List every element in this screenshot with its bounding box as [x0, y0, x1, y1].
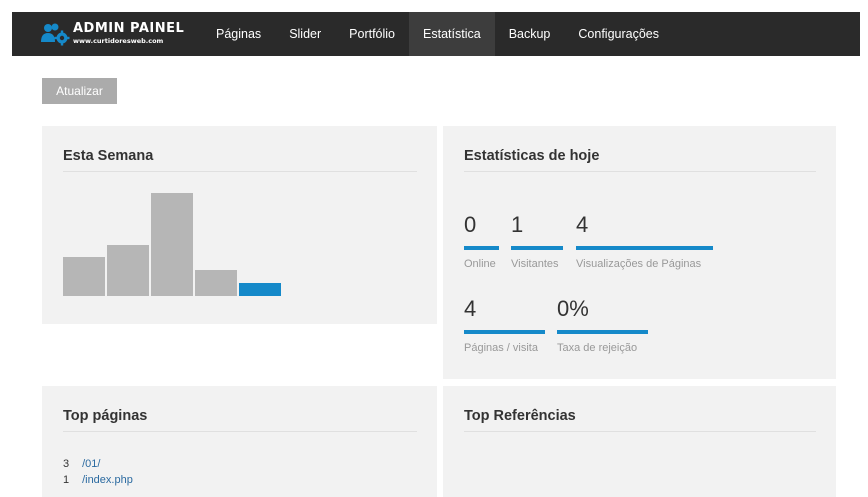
- stat-value: 0: [464, 212, 477, 237]
- stat-value: 4: [464, 296, 477, 321]
- week-bar: [195, 270, 237, 296]
- stat-label: Páginas / visita: [464, 342, 538, 354]
- refresh-button[interactable]: Atualizar: [42, 78, 117, 104]
- stat-label: Visualizações de Páginas: [576, 258, 702, 270]
- page-link[interactable]: /index.php: [82, 474, 133, 486]
- stat-label: Visitantes: [511, 258, 559, 270]
- stat-bar: [511, 246, 563, 250]
- stat-bar: [464, 330, 545, 334]
- stat-label: Taxa de rejeição: [557, 342, 638, 354]
- list-item: 1 /index.php: [63, 472, 133, 488]
- top-referrers-panel: Top Referências: [443, 386, 836, 497]
- nav-item-slider[interactable]: Slider: [275, 12, 335, 56]
- brand-title: ADMIN PAINEL: [73, 21, 185, 36]
- stat-bar: [464, 246, 499, 250]
- nav-item-portfolio[interactable]: Portfólio: [335, 12, 409, 56]
- page-hit-count: 1: [63, 474, 70, 486]
- users-gear-icon: [41, 23, 70, 46]
- week-bar: [151, 193, 193, 296]
- brand-logo[interactable]: ADMIN PAINEL www.curtidoresweb.com: [34, 19, 194, 49]
- today-panel-title: Estatísticas de hoje: [464, 148, 600, 164]
- stat-value: 0%: [557, 296, 589, 321]
- week-bar: [63, 257, 105, 296]
- week-bar: [239, 283, 281, 296]
- nav-item-estatistica[interactable]: Estatística: [409, 12, 495, 56]
- top-navbar: ADMIN PAINEL www.curtidoresweb.com Págin…: [12, 12, 860, 56]
- week-bar: [107, 244, 149, 296]
- divider: [464, 171, 816, 172]
- divider: [464, 431, 816, 432]
- stat-bar: [576, 246, 713, 250]
- top-referrers-title: Top Referências: [464, 408, 576, 424]
- stat-value: 1: [511, 212, 524, 237]
- top-pages-panel: Top páginas 3 /01/ 1 /index.php: [42, 386, 437, 497]
- brand-subtitle: www.curtidoresweb.com: [73, 37, 164, 45]
- nav-item-backup[interactable]: Backup: [495, 12, 565, 56]
- top-pages-list: 3 /01/ 1 /index.php: [63, 456, 133, 488]
- divider: [63, 431, 417, 432]
- week-panel: Esta Semana: [42, 126, 437, 324]
- nav-item-configuracoes[interactable]: Configurações: [564, 12, 673, 56]
- list-item: 3 /01/: [63, 456, 133, 472]
- main-nav: Páginas Slider Portfólio Estatística Bac…: [202, 12, 673, 56]
- nav-item-paginas[interactable]: Páginas: [202, 12, 275, 56]
- page-hit-count: 3: [63, 458, 70, 470]
- stat-bar: [557, 330, 648, 334]
- top-pages-title: Top páginas: [63, 408, 148, 424]
- page-link[interactable]: /01/: [82, 458, 100, 470]
- week-bar-chart: [63, 126, 303, 296]
- today-stats-panel: Estatísticas de hoje 0 Online 1 Visitant…: [443, 126, 836, 379]
- stat-value: 4: [576, 212, 589, 237]
- stat-label: Online: [464, 258, 496, 270]
